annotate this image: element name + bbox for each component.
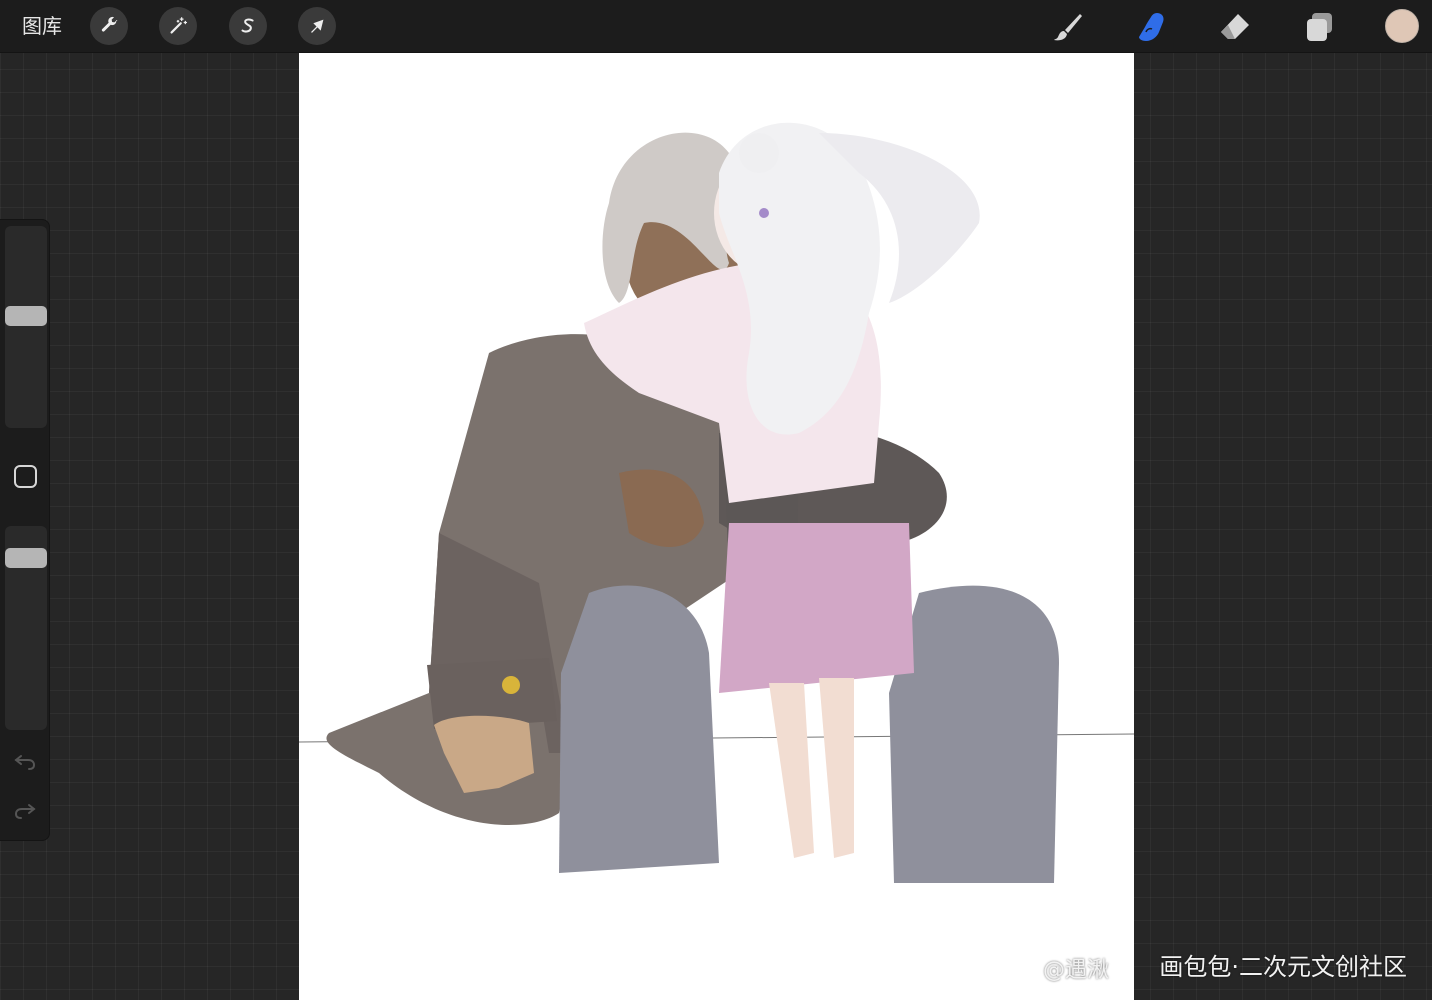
- layers-icon: [1307, 13, 1332, 41]
- brush-icon: [1054, 14, 1082, 41]
- drawing-canvas[interactable]: @遇湫: [299, 53, 1134, 1000]
- transform-button[interactable]: [298, 7, 336, 45]
- brush-size-slider[interactable]: [5, 226, 47, 428]
- top-toolbar: 图库: [0, 0, 1432, 53]
- layers-button[interactable]: [1300, 8, 1338, 46]
- arrow-cursor-icon: [311, 19, 324, 33]
- eraser-tool-button[interactable]: [1216, 8, 1254, 46]
- gallery-button[interactable]: 图库: [22, 13, 62, 39]
- selection-button[interactable]: [229, 7, 267, 45]
- watermark-username: @遇湫: [1042, 958, 1109, 983]
- opacity-slider-thumb[interactable]: [5, 548, 47, 569]
- smudge-tool-button[interactable]: [1133, 8, 1171, 46]
- wrench-icon: [101, 16, 118, 32]
- adjustments-button[interactable]: [159, 7, 197, 45]
- smudge-finger-icon: [1139, 13, 1164, 41]
- undo-icon: [14, 755, 36, 770]
- opacity-slider[interactable]: [5, 526, 47, 730]
- magic-wand-icon: [170, 17, 188, 34]
- redo-icon: [14, 804, 36, 819]
- actions-button[interactable]: [90, 7, 128, 45]
- selection-s-icon: [241, 18, 254, 33]
- watermark-site: 画包包·二次元文创社区: [1159, 953, 1407, 981]
- artwork-illustration: [299, 122, 1134, 883]
- undo-button[interactable]: [12, 748, 38, 774]
- left-sidebar: [0, 219, 50, 841]
- modify-button[interactable]: [14, 465, 37, 488]
- color-picker-button[interactable]: [1385, 9, 1419, 43]
- redo-button[interactable]: [12, 797, 38, 823]
- eraser-icon: [1221, 14, 1249, 39]
- brush-tool-button[interactable]: [1049, 8, 1087, 46]
- brush-size-slider-thumb[interactable]: [5, 306, 47, 327]
